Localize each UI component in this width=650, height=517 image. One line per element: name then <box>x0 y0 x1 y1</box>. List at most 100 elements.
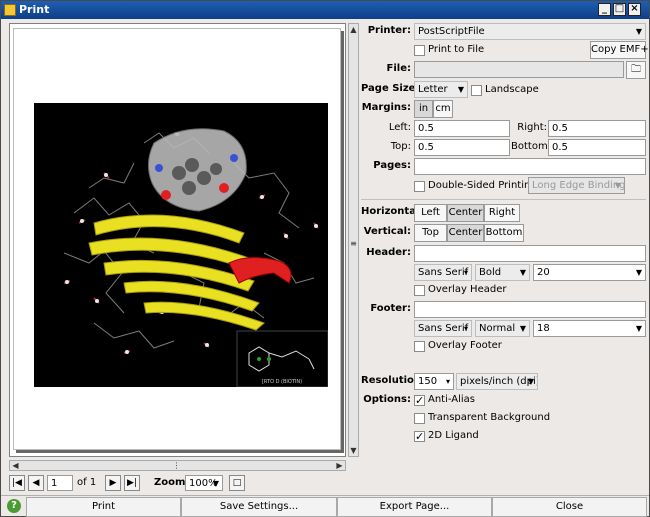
double-sided-checkbox[interactable] <box>414 181 425 192</box>
v-top-button[interactable]: Top <box>414 224 447 242</box>
left-margin-label: Left: <box>388 122 411 133</box>
divider <box>361 199 646 200</box>
ligand-2d-label: 2D Ligand <box>428 430 479 441</box>
pages-input[interactable] <box>414 158 646 175</box>
footer-style-value: Normal <box>479 323 516 334</box>
chevron-down-icon: ▾ <box>463 268 468 277</box>
close-button[interactable]: Close <box>492 497 647 517</box>
folder-icon[interactable]: 🗀 <box>626 61 646 79</box>
unit-in-button[interactable]: in <box>414 100 433 118</box>
print-to-file-row: Print to File Copy EMF+ <box>361 41 649 59</box>
header-style-select[interactable]: Bold ▼ <box>475 264 530 281</box>
printer-select[interactable]: PostScriptFile ▼ <box>414 23 646 40</box>
preview-vertical-scrollbar[interactable]: ▲ ≡ ▼ <box>348 23 359 457</box>
resolution-select[interactable]: 150 ▾ <box>414 373 454 390</box>
top-bottom-row: Top: 0.5 Bottom: 0.5 <box>361 139 646 157</box>
header-label: Header: <box>366 247 411 258</box>
top-margin-input[interactable]: 0.5 <box>414 139 510 156</box>
transparent-bg-checkbox[interactable] <box>414 413 425 424</box>
binding-select[interactable]: Long Edge Binding ▼ <box>528 177 625 194</box>
inset-caption: [RTO D (BIOTIN) <box>262 379 302 385</box>
save-settings-button[interactable]: Save Settings... <box>181 497 337 517</box>
footer-size-select[interactable]: 18 ▼ <box>533 320 646 337</box>
settings-panel: Printer: PostScriptFile ▼ Print to File C… <box>361 23 649 457</box>
molecule-image: [RTO D (BIOTIN) <box>34 103 328 387</box>
horizontal-row: Horizontal: Left Center Right <box>361 204 646 222</box>
print-button[interactable]: Print <box>26 497 181 517</box>
unit-cm-button[interactable]: cm <box>433 100 453 118</box>
print-to-file-label: Print to File <box>428 44 485 55</box>
printer-label: Printer: <box>367 25 411 36</box>
chevron-down-icon: ▼ <box>635 268 642 277</box>
header-size-select[interactable]: 20 ▼ <box>533 264 646 281</box>
left-margin-input[interactable]: 0.5 <box>414 120 510 137</box>
chevron-down-icon: ▾ <box>463 324 468 333</box>
checkmark-icon: ✓ <box>415 394 425 407</box>
header-font-select[interactable]: Sans Serif ▾ <box>414 264 472 281</box>
v-bottom-button[interactable]: Bottom <box>484 224 524 242</box>
fit-page-icon[interactable]: □ <box>229 475 245 491</box>
print-preview: [RTO D (BIOTIN) <box>9 23 346 457</box>
header-text-input[interactable] <box>414 245 646 262</box>
overlay-footer-checkbox[interactable] <box>414 341 425 352</box>
previous-page-icon[interactable]: ◀ <box>28 475 44 491</box>
landscape-checkbox[interactable] <box>471 85 482 96</box>
file-row: File: 🗀 <box>361 61 646 79</box>
scroll-left-icon[interactable]: ◀ <box>11 461 20 470</box>
scroll-right-icon[interactable]: ▶ <box>335 461 344 470</box>
next-page-icon[interactable]: ▶ <box>105 475 121 491</box>
v-center-button[interactable]: Center <box>447 224 484 242</box>
minimize-button[interactable]: _ <box>598 3 611 16</box>
title-bar[interactable]: Print _ □ × <box>1 1 649 19</box>
chevron-down-icon: ▼ <box>635 324 642 333</box>
right-margin-input[interactable]: 0.5 <box>548 120 646 137</box>
print-to-file-checkbox[interactable] <box>414 45 425 56</box>
bottom-margin-input[interactable]: 0.5 <box>548 139 646 156</box>
app-icon <box>4 4 16 16</box>
footer-style-select[interactable]: Normal ▼ <box>475 320 530 337</box>
footer-font-select[interactable]: Sans Serif ▾ <box>414 320 472 337</box>
last-page-icon[interactable]: ▶| <box>124 475 140 491</box>
action-bar: ? Print Save Settings... Export Page... … <box>1 495 649 517</box>
overlay-header-checkbox[interactable] <box>414 285 425 296</box>
page-size-value: Letter <box>418 84 448 95</box>
zoom-select[interactable]: 100% ▼ <box>185 475 223 491</box>
overlay-header-row: Overlay Header <box>361 283 646 301</box>
export-page-button[interactable]: Export Page... <box>337 497 492 517</box>
h-right-button[interactable]: Right <box>484 204 520 222</box>
maximize-button[interactable]: □ <box>613 3 626 16</box>
double-sided-label: Double-Sided Printing <box>428 180 537 191</box>
scroll-grip-icon[interactable]: ≡ <box>349 239 358 248</box>
first-page-icon[interactable]: |◀ <box>9 475 25 491</box>
file-input[interactable] <box>414 61 624 78</box>
resolution-unit-select[interactable]: pixels/inch (dpi) ▼ <box>456 373 538 390</box>
h-left-button[interactable]: Left <box>414 204 447 222</box>
page-size-select[interactable]: Letter ▼ <box>414 81 468 98</box>
chevron-down-icon: ▼ <box>527 377 534 386</box>
chevron-down-icon: ▼ <box>457 85 464 94</box>
window-title: Print <box>19 3 50 16</box>
ligand-2d-row: ✓ 2D Ligand <box>361 428 646 446</box>
scroll-up-icon[interactable]: ▲ <box>349 25 358 34</box>
help-icon[interactable]: ? <box>7 499 21 513</box>
options-label: Options: <box>363 394 411 405</box>
anti-alias-checkbox[interactable]: ✓ <box>414 395 425 406</box>
h-center-button[interactable]: Center <box>447 204 484 222</box>
overlay-footer-label: Overlay Footer <box>428 340 502 351</box>
scroll-grip-icon[interactable]: ⋮ <box>172 461 181 470</box>
footer-font-row: Sans Serif ▾ Normal ▼ 18 ▼ <box>361 320 646 338</box>
ligand-2d-checkbox[interactable]: ✓ <box>414 431 425 442</box>
copy-emf-button[interactable]: Copy EMF+ <box>590 41 649 59</box>
preview-horizontal-scrollbar[interactable]: ◀ ⋮ ▶ <box>9 460 346 471</box>
footer-text-input[interactable] <box>414 301 646 318</box>
header-row: Header: <box>361 245 646 263</box>
checkmark-icon: ✓ <box>415 430 425 443</box>
resolution-label: Resolution: <box>361 375 426 386</box>
vertical-row: Vertical: Top Center Bottom <box>361 224 646 242</box>
print-dialog: Print _ □ × [RTO D (BIOTIN) ▲ ≡ ▼ ◀ ⋮ ▶ … <box>0 0 650 517</box>
close-window-button[interactable]: × <box>628 3 641 16</box>
chevron-down-icon: ▼ <box>614 181 621 190</box>
scroll-down-icon[interactable]: ▼ <box>349 446 358 455</box>
page-number-input[interactable]: 1 <box>47 475 73 491</box>
vertical-label: Vertical: <box>363 226 411 237</box>
